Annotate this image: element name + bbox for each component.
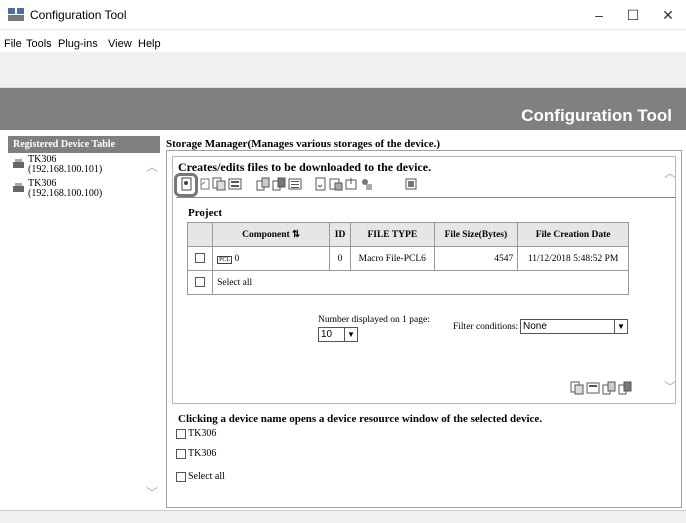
delete-icon[interactable] <box>360 177 374 191</box>
duplicate-file-icon[interactable] <box>228 177 242 191</box>
component-value: 0 <box>234 253 240 264</box>
menu-view[interactable]: View <box>108 38 132 50</box>
section-title: Creates/edits files to be downloaded to … <box>178 160 432 174</box>
header-component[interactable]: Component ⇅ <box>212 222 331 247</box>
minimize-button[interactable]: – <box>588 6 610 24</box>
app-icon <box>8 8 24 21</box>
menu-bar: File Tools Plug-ins View Help <box>0 30 686 52</box>
resource-device-link[interactable]: TK306 <box>188 428 216 439</box>
toolbar-divider <box>176 197 676 198</box>
resource-device-row[interactable]: TK306 <box>176 428 216 439</box>
select-all-cell <box>186 270 214 295</box>
select-all-checkbox[interactable] <box>195 277 206 288</box>
device-transfer-icon[interactable] <box>404 177 418 191</box>
select-all-row[interactable]: Select all <box>186 270 629 295</box>
pcl-file-icon: PCL <box>217 255 233 264</box>
upload-icon[interactable] <box>344 177 358 191</box>
table-row[interactable]: PCL 0 0 Macro File-PCL6 4547 11/12/2018 … <box>186 246 629 271</box>
project-table: Component ⇅ ID FILE TYPE File Size(Bytes… <box>186 222 629 295</box>
row-checkbox[interactable] <box>195 253 206 264</box>
filter-select[interactable]: None ▼ <box>520 319 628 334</box>
sort-icon[interactable]: ⇅ <box>290 230 300 240</box>
component-cell: PCL 0 <box>212 246 331 271</box>
device-table-panel: Registered Device Table TK306 (192.168.1… <box>8 136 160 508</box>
filter-value: None <box>523 321 547 332</box>
status-bar <box>0 510 686 523</box>
export-icon[interactable] <box>618 381 632 395</box>
menu-tools[interactable]: Tools <box>26 38 52 50</box>
table-header-row: Component ⇅ ID FILE TYPE File Size(Bytes… <box>186 222 629 247</box>
device-table-tab-label: Registered Device Table <box>13 139 116 150</box>
printer-icon <box>13 183 24 192</box>
file-toolbar <box>174 174 474 196</box>
scroll-up-icon[interactable]: ︿ <box>146 158 158 175</box>
duplicate-file-icon[interactable] <box>586 381 600 395</box>
device-checkbox[interactable] <box>176 428 186 439</box>
menu-plugins[interactable]: Plug-ins <box>58 38 98 50</box>
list-view-icon[interactable] <box>288 177 302 191</box>
resource-section-title: Clicking a device name opens a device re… <box>178 413 543 425</box>
window-title: Configuration Tool <box>30 8 127 22</box>
bottom-toolbar <box>570 378 650 395</box>
banner: Configuration Tool <box>0 88 686 130</box>
maximize-button[interactable]: ☐ <box>622 6 644 24</box>
page-size-select[interactable]: 10 ▼ <box>318 327 358 342</box>
project-label: Project <box>188 207 222 219</box>
chevron-down-icon[interactable]: ▼ <box>614 320 627 333</box>
header-component-label: Component <box>242 230 290 240</box>
resource-select-all-row[interactable]: Select all <box>176 471 225 482</box>
file-size-cell: 4547 <box>433 246 519 271</box>
copy-file-icon[interactable] <box>570 381 584 395</box>
page-size-label: Number displayed on 1 page: <box>318 315 430 325</box>
banner-title: Configuration Tool <box>521 106 672 125</box>
scroll-up-icon[interactable]: ︿ <box>664 164 676 181</box>
selected-tool-highlight <box>174 173 198 197</box>
toolbar-area <box>0 52 686 88</box>
menu-file[interactable]: File <box>4 38 22 50</box>
send-icon[interactable] <box>329 177 343 191</box>
resource-select-all-label: Select all <box>188 471 225 482</box>
file-type-cell: Macro File-PCL6 <box>350 246 435 271</box>
scroll-down-icon[interactable]: ﹀ <box>146 484 158 501</box>
close-button[interactable]: ✕ <box>657 6 679 24</box>
printer-icon <box>13 159 24 168</box>
row-select-cell <box>186 246 214 271</box>
filter-label: Filter conditions: <box>453 322 519 332</box>
header-select <box>186 222 214 247</box>
header-file-type[interactable]: FILE TYPE <box>350 222 435 247</box>
select-all-checkbox[interactable] <box>176 471 186 482</box>
chevron-down-icon[interactable]: ▼ <box>344 328 357 341</box>
resource-device-link[interactable]: TK306 <box>188 448 216 459</box>
menu-help[interactable]: Help <box>138 38 161 50</box>
device-table-tab[interactable]: Registered Device Table <box>8 136 160 153</box>
header-file-size[interactable]: File Size(Bytes) <box>433 222 519 247</box>
import-icon[interactable] <box>602 381 616 395</box>
select-all-label: Select all <box>212 270 629 295</box>
page-size-value: 10 <box>321 329 333 340</box>
open-file-icon[interactable] <box>198 177 212 191</box>
device-checkbox[interactable] <box>176 448 186 459</box>
export-icon[interactable] <box>272 177 286 191</box>
device-ip: (192.168.100.101) <box>28 164 103 175</box>
scroll-down-icon[interactable]: ﹀ <box>664 378 676 395</box>
storage-manager-title: Storage Manager(Manages various storages… <box>166 138 441 150</box>
device-ip: (192.168.100.100) <box>28 188 103 199</box>
title-bar: Configuration Tool – ☐ ✕ <box>0 0 686 30</box>
id-cell: 0 <box>329 246 351 271</box>
resource-device-row[interactable]: TK306 <box>176 448 216 459</box>
header-file-date[interactable]: File Creation Date <box>517 222 629 247</box>
download-icon[interactable] <box>314 177 328 191</box>
header-id[interactable]: ID <box>329 222 351 247</box>
copy-file-icon[interactable] <box>212 177 226 191</box>
import-icon[interactable] <box>256 177 270 191</box>
file-date-cell: 11/12/2018 5:48:52 PM <box>517 246 629 271</box>
